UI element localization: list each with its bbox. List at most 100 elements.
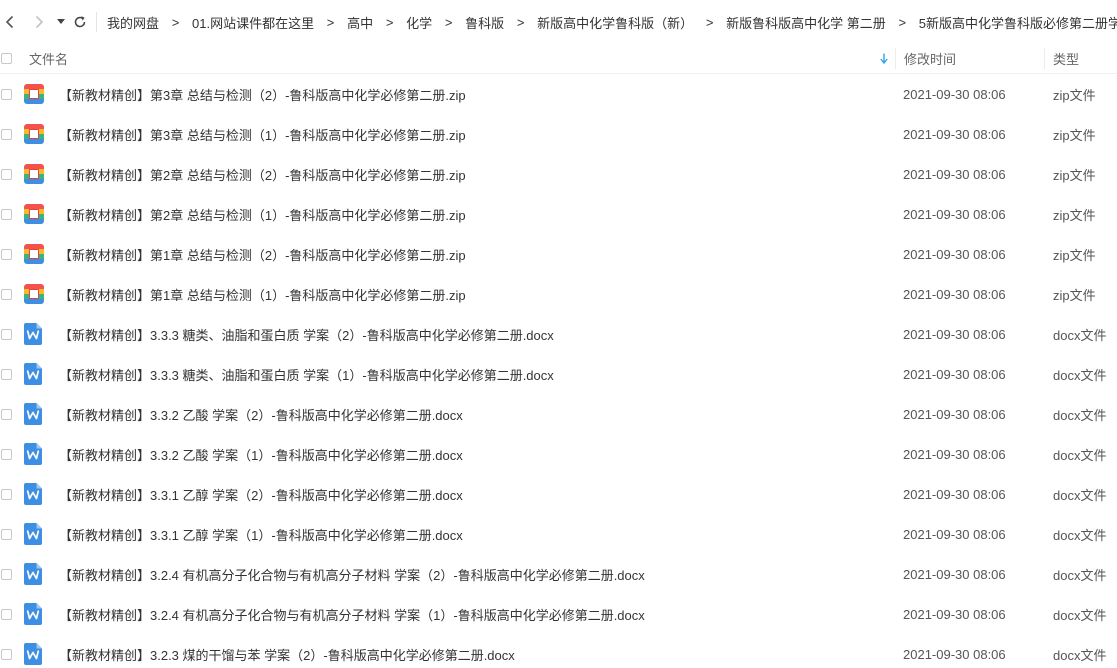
row-checkbox[interactable]: [1, 128, 12, 140]
file-name[interactable]: 【新教材精创】3.3.2 乙酸 学案（1）-鲁科版高中化学必修第二册.docx: [59, 434, 463, 474]
file-icon-cell: [24, 594, 42, 634]
file-type: docx文件: [1053, 447, 1107, 463]
row-checkbox[interactable]: [1, 448, 12, 460]
row-checkbox[interactable]: [1, 208, 12, 220]
navigation-bar: 我的网盘 >01.网站课件都在这里 > 高中 > 化学 > 鲁科版 > 新版高中化学鲁科版（新） >…: [0, 0, 1117, 44]
breadcrumb-item[interactable]: 我的网盘: [107, 13, 159, 32]
breadcrumb-item[interactable]: 新版鲁科版高中化学 第二册: [726, 13, 886, 32]
modified-time: 2021-09-30 08:06: [903, 486, 1006, 502]
file-row[interactable]: 【新教材精创】3.2.4 有机高分子化合物与有机高分子材料 学案（2）-鲁科版高…: [0, 554, 1117, 594]
row-checkbox[interactable]: [1, 248, 12, 260]
file-name[interactable]: 【新教材精创】第3章 总结与检测（2）-鲁科版高中化学必修第二册.zip: [59, 74, 466, 114]
modified-time: 2021-09-30 08:06: [903, 166, 1006, 182]
file-name[interactable]: 【新教材精创】第1章 总结与检测（2）-鲁科版高中化学必修第二册.zip: [59, 234, 466, 274]
row-checkbox-cell: [0, 514, 12, 554]
zip-archive-icon: [24, 204, 44, 224]
file-type: docx文件: [1053, 327, 1107, 343]
modified-time: 2021-09-30 08:06: [903, 446, 1006, 462]
breadcrumb-item[interactable]: 鲁科版: [465, 13, 504, 32]
row-checkbox[interactable]: [1, 528, 12, 540]
file-name[interactable]: 【新教材精创】3.3.3 糖类、油脂和蛋白质 学案（1）-鲁科版高中化学必修第二…: [59, 354, 554, 394]
file-name[interactable]: 【新教材精创】3.3.3 糖类、油脂和蛋白质 学案（2）-鲁科版高中化学必修第二…: [59, 314, 554, 354]
row-checkbox-cell: [0, 274, 12, 314]
file-row[interactable]: 【新教材精创】3.3.1 乙醇 学案（2）-鲁科版高中化学必修第二册.docx 2…: [0, 474, 1117, 514]
file-icon-cell: [24, 74, 44, 114]
breadcrumb-item[interactable]: 01.网站课件都在这里: [192, 13, 314, 32]
file-icon-cell: [24, 474, 42, 514]
file-row[interactable]: 【新教材精创】3.2.4 有机高分子化合物与有机高分子材料 学案（1）-鲁科版高…: [0, 594, 1117, 634]
file-name[interactable]: 【新教材精创】3.3.1 乙醇 学案（2）-鲁科版高中化学必修第二册.docx: [59, 474, 463, 514]
row-checkbox[interactable]: [1, 288, 12, 300]
breadcrumb-separator: >: [516, 14, 525, 30]
file-name[interactable]: 【新教材精创】3.2.4 有机高分子化合物与有机高分子材料 学案（1）-鲁科版高…: [59, 594, 645, 634]
breadcrumb-item[interactable]: 高中: [347, 13, 373, 32]
breadcrumb: 我的网盘 >01.网站课件都在这里 > 高中 > 化学 > 鲁科版 > 新版高中化学鲁科版（新） >…: [107, 13, 1117, 32]
file-row[interactable]: 【新教材精创】3.3.2 乙酸 学案（2）-鲁科版高中化学必修第二册.docx 2…: [0, 394, 1117, 434]
file-row[interactable]: 【新教材精创】3.3.1 乙醇 学案（1）-鲁科版高中化学必修第二册.docx 2…: [0, 514, 1117, 554]
row-checkbox[interactable]: [1, 168, 12, 180]
file-row[interactable]: 【新教材精创】第2章 总结与检测（1）-鲁科版高中化学必修第二册.zip 2021…: [0, 194, 1117, 234]
select-all-cell: [0, 44, 12, 73]
file-name[interactable]: 【新教材精创】3.3.2 乙酸 学案（2）-鲁科版高中化学必修第二册.docx: [59, 394, 463, 434]
file-type: zip文件: [1053, 207, 1096, 223]
file-row[interactable]: 【新教材精创】第2章 总结与检测（2）-鲁科版高中化学必修第二册.zip 2021…: [0, 154, 1117, 194]
row-checkbox[interactable]: [1, 568, 12, 580]
chevron-left-icon[interactable]: [0, 0, 20, 44]
column-header-name[interactable]: 文件名: [29, 44, 68, 73]
modified-time: 2021-09-30 08:06: [903, 286, 1006, 302]
word-doc-icon: [24, 483, 42, 505]
breadcrumb-separator: >: [326, 14, 335, 30]
file-row[interactable]: 【新教材精创】第3章 总结与检测（2）-鲁科版高中化学必修第二册.zip 2021…: [0, 74, 1117, 114]
file-row[interactable]: 【新教材精创】3.3.2 乙酸 学案（1）-鲁科版高中化学必修第二册.docx 2…: [0, 434, 1117, 474]
row-checkbox[interactable]: [1, 648, 12, 660]
file-row[interactable]: 【新教材精创】3.2.3 煤的干馏与苯 学案（2）-鲁科版高中化学必修第二册.d…: [0, 634, 1117, 668]
file-row[interactable]: 【新教材精创】3.3.3 糖类、油脂和蛋白质 学案（2）-鲁科版高中化学必修第二…: [0, 314, 1117, 354]
file-name[interactable]: 【新教材精创】第2章 总结与检测（2）-鲁科版高中化学必修第二册.zip: [59, 154, 466, 194]
modified-time: 2021-09-30 08:06: [903, 406, 1006, 422]
file-row[interactable]: 【新教材精创】3.3.3 糖类、油脂和蛋白质 学案（1）-鲁科版高中化学必修第二…: [0, 354, 1117, 394]
row-checkbox[interactable]: [1, 88, 12, 100]
row-checkbox-cell: [0, 234, 12, 274]
file-name[interactable]: 【新教材精创】3.2.4 有机高分子化合物与有机高分子材料 学案（2）-鲁科版高…: [59, 554, 645, 594]
row-checkbox[interactable]: [1, 608, 12, 620]
select-all-checkbox[interactable]: [1, 53, 12, 64]
file-row[interactable]: 【新教材精创】第1章 总结与检测（1）-鲁科版高中化学必修第二册.zip 2021…: [0, 274, 1117, 314]
file-row[interactable]: 【新教材精创】第3章 总结与检测（1）-鲁科版高中化学必修第二册.zip 2021…: [0, 114, 1117, 154]
caret-down-icon[interactable]: [54, 0, 68, 44]
file-name[interactable]: 【新教材精创】3.3.1 乙醇 学案（1）-鲁科版高中化学必修第二册.docx: [59, 514, 463, 554]
chevron-right-icon[interactable]: [26, 0, 52, 44]
file-name[interactable]: 【新教材精创】第1章 总结与检测（1）-鲁科版高中化学必修第二册.zip: [59, 274, 466, 314]
row-checkbox-cell: [0, 394, 12, 434]
word-doc-icon: [24, 563, 42, 585]
arrow-down-icon[interactable]: [878, 44, 890, 73]
file-name[interactable]: 【新教材精创】3.2.3 煤的干馏与苯 学案（2）-鲁科版高中化学必修第二册.d…: [59, 634, 515, 668]
modified-time: 2021-09-30 08:06: [903, 126, 1006, 142]
column-divider[interactable]: [895, 48, 896, 69]
file-name[interactable]: 【新教材精创】第3章 总结与检测（1）-鲁科版高中化学必修第二册.zip: [59, 114, 466, 154]
row-checkbox-cell: [0, 314, 12, 354]
row-checkbox-cell: [0, 474, 12, 514]
breadcrumb-separator: >: [444, 14, 453, 30]
modified-time: 2021-09-30 08:06: [903, 606, 1006, 622]
row-checkbox[interactable]: [1, 328, 12, 340]
row-checkbox[interactable]: [1, 408, 12, 420]
breadcrumb-item[interactable]: 化学: [406, 13, 432, 32]
breadcrumb-item[interactable]: 新版高中化学鲁科版（新）: [537, 13, 693, 32]
row-checkbox[interactable]: [1, 368, 12, 380]
nav-divider: [96, 12, 97, 32]
column-divider[interactable]: [1044, 48, 1045, 69]
column-header-time[interactable]: 修改时间: [904, 44, 956, 73]
file-row[interactable]: 【新教材精创】第1章 总结与检测（2）-鲁科版高中化学必修第二册.zip 2021…: [0, 234, 1117, 274]
row-checkbox-cell: [0, 114, 12, 154]
file-icon-cell: [24, 274, 44, 314]
breadcrumb-item[interactable]: 5新版高中化学鲁科版必修第二册学案: [919, 13, 1117, 32]
file-icon-cell: [24, 634, 42, 668]
modified-time: 2021-09-30 08:06: [903, 646, 1006, 662]
file-type: zip文件: [1053, 247, 1096, 263]
row-checkbox[interactable]: [1, 488, 12, 500]
breadcrumb-separator: >: [705, 14, 714, 30]
row-checkbox-cell: [0, 154, 12, 194]
column-header-type[interactable]: 类型: [1053, 44, 1079, 73]
file-name[interactable]: 【新教材精创】第2章 总结与检测（1）-鲁科版高中化学必修第二册.zip: [59, 194, 466, 234]
refresh-icon[interactable]: [70, 0, 90, 44]
